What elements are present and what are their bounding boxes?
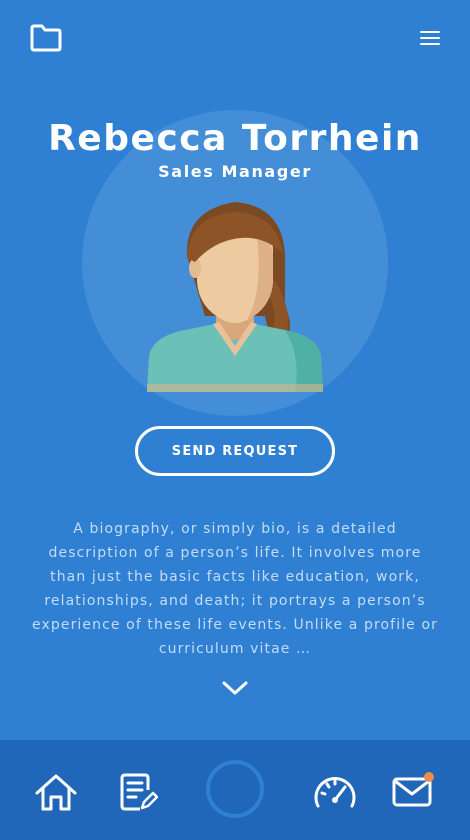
nav-dashboard[interactable] xyxy=(311,768,359,816)
speedometer-icon xyxy=(314,777,356,808)
profile-name: Rebecca Torrhein xyxy=(48,118,422,159)
nav-center-button[interactable] xyxy=(206,760,264,818)
send-request-button[interactable]: SEND REQUEST xyxy=(135,426,335,476)
avatar xyxy=(147,202,323,392)
bottom-navigation xyxy=(0,740,470,840)
chevron-down-icon[interactable] xyxy=(220,678,250,698)
home-icon xyxy=(35,774,77,811)
circle-center-icon xyxy=(206,760,264,818)
profile-role: Sales Manager xyxy=(158,162,312,181)
nav-home[interactable] xyxy=(32,768,80,816)
bio-text: A biography, or simply bio, is a detaile… xyxy=(32,521,438,657)
notes-edit-icon xyxy=(120,773,158,811)
profile-screen: Rebecca Torrhein Sales Manager SEND REQU… xyxy=(0,0,470,840)
folder-icon xyxy=(30,24,62,52)
menu-button[interactable] xyxy=(412,20,448,56)
hamburger-menu-icon xyxy=(420,31,440,45)
nav-mail[interactable] xyxy=(388,768,436,816)
notification-dot xyxy=(424,772,434,782)
nav-notes[interactable] xyxy=(114,768,162,816)
folder-button[interactable] xyxy=(28,20,64,56)
